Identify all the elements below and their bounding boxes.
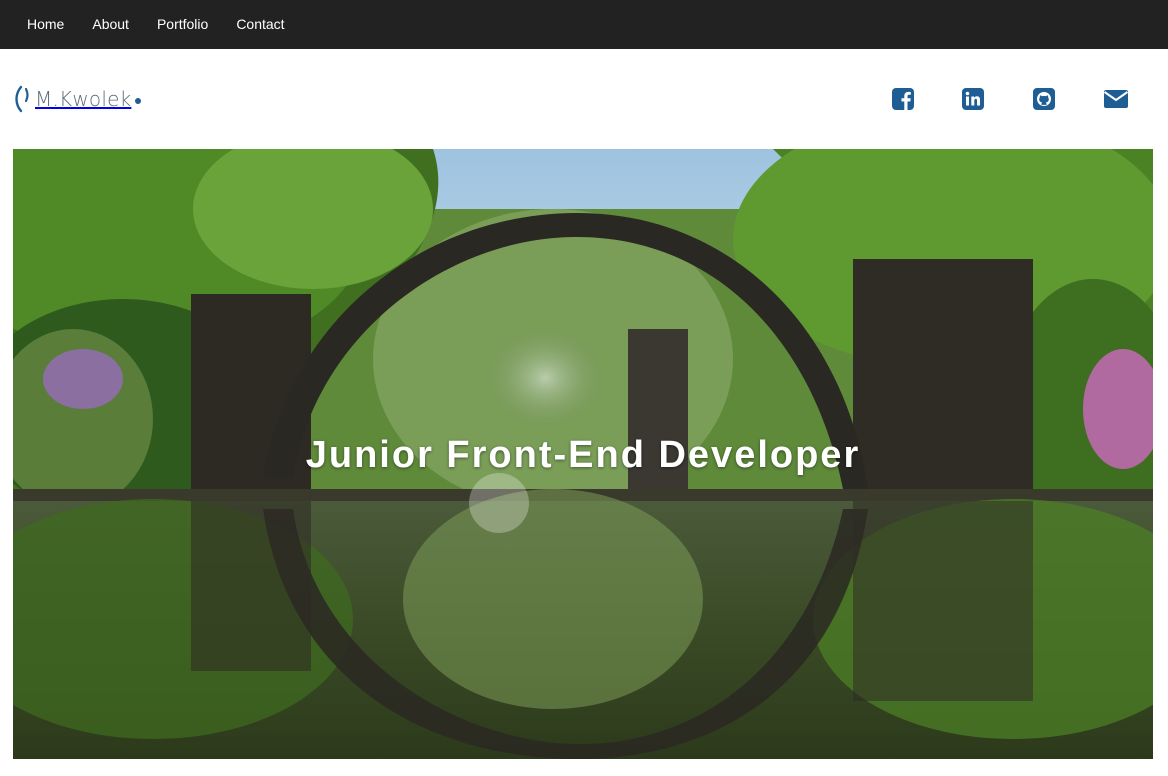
nav-link-portfolio[interactable]: Portfolio (143, 0, 222, 49)
site-header: M.Kwolek (0, 49, 1168, 149)
linkedin-link[interactable] (961, 87, 985, 111)
facebook-link[interactable] (891, 87, 915, 111)
github-link[interactable] (1032, 87, 1056, 111)
nav-link-about[interactable]: About (78, 0, 143, 49)
top-navigation: Home About Portfolio Contact (0, 0, 1168, 49)
hero-section: Junior Front-End Developer (13, 149, 1153, 759)
logo-text: M.Kwolek (35, 87, 132, 111)
envelope-icon (1103, 90, 1129, 108)
site-logo[interactable]: M.Kwolek (14, 85, 142, 113)
nav-link-contact[interactable]: Contact (222, 0, 298, 49)
linkedin-icon (962, 88, 984, 110)
logo-dot (135, 97, 142, 104)
facebook-icon (892, 88, 914, 110)
logo-bracket-icon (15, 85, 29, 113)
click-ripple (469, 473, 529, 533)
github-icon (1033, 88, 1055, 110)
email-link[interactable] (1103, 87, 1129, 111)
nav-link-home[interactable]: Home (13, 0, 78, 49)
hero-title: Junior Front-End Developer (305, 434, 861, 476)
